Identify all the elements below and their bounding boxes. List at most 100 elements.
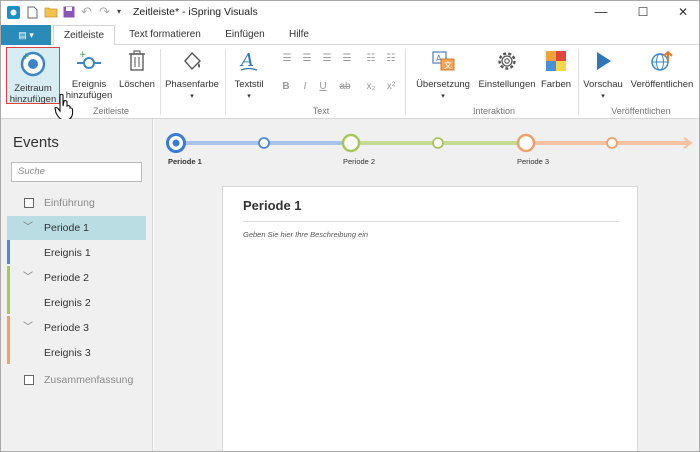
- settings-label: Einstellungen: [478, 79, 536, 90]
- timeline-track: [166, 133, 693, 153]
- ribbon-separator: [578, 49, 579, 115]
- maximize-button[interactable]: ☐: [623, 1, 663, 25]
- color-palette-icon: [539, 49, 573, 76]
- preview-label: Vorschau: [583, 79, 623, 90]
- tab-zeitleiste[interactable]: Zeitleiste: [53, 25, 115, 46]
- tree-item-label: Einführung: [44, 197, 95, 209]
- ribbon-toolbar: + Zeitraum hinzufügen + Ereignis hinzufü…: [1, 45, 699, 121]
- new-file-icon[interactable]: [27, 6, 38, 22]
- period-detail-card: Periode 1 Geben Sie hier Ihre Beschreibu…: [222, 186, 638, 451]
- event-2-node[interactable]: [432, 137, 444, 149]
- align-center-icon[interactable]: ☰: [299, 53, 315, 64]
- text-style-label: Textstil: [234, 79, 264, 90]
- tree-item-ereignis-3[interactable]: Ereignis 3: [7, 341, 146, 365]
- play-icon: [581, 49, 625, 76]
- events-panel-title: Events: [13, 134, 59, 151]
- app-menu-button[interactable]: ▤ ▾: [1, 25, 51, 45]
- timeline-period-1-label[interactable]: Periode 1: [168, 157, 202, 166]
- minimize-button[interactable]: —: [581, 1, 621, 25]
- search-input[interactable]: Suche: [11, 162, 142, 182]
- publish-globe-icon: [627, 49, 697, 76]
- svg-text:+: +: [22, 52, 30, 62]
- trash-icon: [117, 49, 157, 76]
- tree-item-ereignis-1[interactable]: Ereignis 1: [7, 241, 146, 265]
- undo-icon[interactable]: ↶: [81, 4, 92, 20]
- tab-text-formatieren[interactable]: Text formatieren: [119, 25, 211, 45]
- tree-item-periode-1[interactable]: ﹀ Periode 1: [7, 216, 146, 240]
- ribbon-separator: [225, 49, 226, 115]
- delete-button[interactable]: Löschen: [117, 49, 157, 104]
- tree-item-label: Periode 1: [44, 222, 89, 234]
- tree-item-periode-3[interactable]: ﹀ Periode 3: [7, 316, 146, 340]
- tree-item-periode-2[interactable]: ﹀ Periode 2: [7, 266, 146, 290]
- event-1-node[interactable]: [258, 137, 270, 149]
- open-folder-icon[interactable]: [44, 6, 58, 21]
- phase-color-label: Phasenfarbe: [165, 79, 219, 90]
- tab-hilfe[interactable]: Hilfe: [279, 25, 319, 45]
- save-icon[interactable]: [63, 6, 75, 21]
- group-label-veroeffentlichen: Veröffentlichen: [611, 106, 671, 116]
- period-3-node[interactable]: [516, 133, 536, 153]
- text-style-dropdown-icon: ▾: [247, 93, 251, 100]
- superscript-icon[interactable]: x²: [383, 81, 399, 92]
- add-event-button[interactable]: + Ereignis hinzufügen: [63, 49, 115, 104]
- italic-icon[interactable]: I: [297, 81, 313, 92]
- translation-button[interactable]: A文 Übersetzung ▾: [413, 49, 473, 104]
- add-period-button[interactable]: + Zeitraum hinzufügen: [6, 47, 60, 105]
- align-right-icon[interactable]: ☰: [319, 53, 335, 64]
- period-2-node[interactable]: [341, 133, 361, 153]
- window-title: Zeitleiste* - iSpring Visuals: [133, 6, 258, 18]
- add-event-icon: +: [63, 49, 115, 76]
- text-style-icon: A: [229, 49, 269, 76]
- event-3-node[interactable]: [606, 137, 618, 149]
- align-left-icon[interactable]: ☰: [279, 53, 295, 64]
- tree-item-label: Periode 2: [44, 272, 89, 284]
- app-menu-icon: ▤ ▾: [18, 30, 34, 40]
- settings-button[interactable]: Einstellungen: [475, 49, 539, 104]
- bold-icon[interactable]: B: [278, 81, 294, 92]
- delete-label: Löschen: [119, 79, 155, 90]
- numbered-list-icon[interactable]: ☷: [383, 53, 399, 64]
- tree-item-label: Periode 3: [44, 322, 89, 334]
- chevron-down-icon[interactable]: ﹀: [23, 316, 33, 340]
- colors-label: Farben: [540, 79, 572, 90]
- phase-color-button[interactable]: Phasenfarbe ▾: [162, 49, 222, 104]
- chevron-down-icon[interactable]: ﹀: [23, 266, 33, 290]
- translation-dropdown-icon: ▾: [441, 93, 445, 100]
- tree-item-zusammenfassung[interactable]: Zusammenfassung: [7, 368, 146, 392]
- text-style-button[interactable]: A Textstil ▾: [229, 49, 269, 104]
- tab-einfuegen[interactable]: Einfügen: [215, 25, 275, 45]
- tree-item-label: Ereignis 1: [44, 247, 91, 259]
- checkbox[interactable]: [24, 198, 34, 208]
- svg-text:A: A: [239, 50, 254, 71]
- checkbox[interactable]: [24, 375, 34, 385]
- colors-button[interactable]: Farben: [539, 49, 573, 104]
- underline-icon[interactable]: U: [315, 81, 331, 92]
- app-window: ↶ ↷ ▾ Zeitleiste* - iSpring Visuals — ☐ …: [0, 0, 700, 452]
- card-description[interactable]: Geben Sie hier Ihre Beschreibung ein: [243, 230, 368, 239]
- period-1-node[interactable]: [166, 133, 186, 153]
- publish-button[interactable]: Veröffentlichen: [627, 49, 697, 104]
- add-period-label-1: Zeitraum: [14, 83, 52, 94]
- preview-button[interactable]: Vorschau ▾: [581, 49, 625, 104]
- tree-item-ereignis-2[interactable]: Ereignis 2: [7, 291, 146, 315]
- redo-icon[interactable]: ↷: [99, 4, 110, 20]
- close-button[interactable]: ✕: [663, 1, 699, 25]
- card-title[interactable]: Periode 1: [243, 198, 302, 213]
- add-period-label-2: hinzufügen: [9, 94, 57, 105]
- timeline-period-3-label[interactable]: Periode 3: [517, 157, 549, 166]
- subscript-icon[interactable]: x₂: [363, 81, 379, 92]
- events-panel: Events Suche Einführung ﹀ Periode 1 Erei…: [1, 119, 153, 451]
- card-divider: [243, 221, 619, 222]
- gear-icon: [475, 49, 539, 76]
- strikethrough-icon[interactable]: ab: [337, 81, 353, 92]
- app-logo-icon: [7, 6, 20, 22]
- align-justify-icon[interactable]: ☰: [339, 53, 355, 64]
- chevron-down-icon[interactable]: ﹀: [23, 216, 33, 240]
- tree-item-einfuehrung[interactable]: Einführung: [7, 191, 146, 215]
- publish-label: Veröffentlichen: [630, 79, 694, 90]
- ribbon-separator: [405, 49, 406, 115]
- bullet-list-icon[interactable]: ☷: [363, 53, 379, 64]
- quick-access-dropdown-icon[interactable]: ▾: [117, 7, 121, 16]
- timeline-period-2-label[interactable]: Periode 2: [343, 157, 375, 166]
